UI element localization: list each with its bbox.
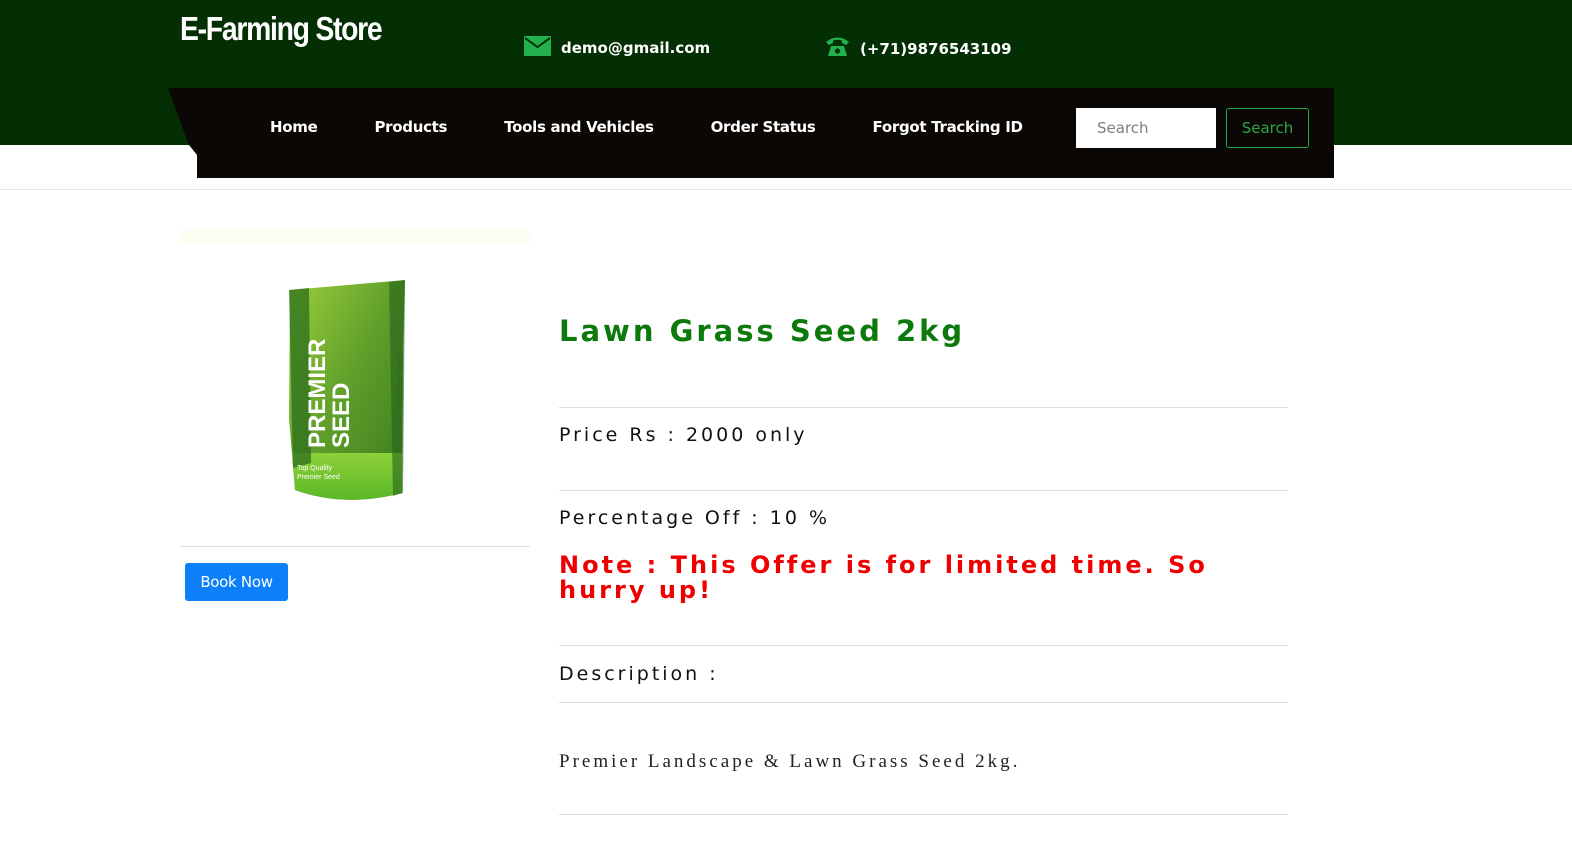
search-input[interactable] — [1076, 108, 1216, 148]
offer-note: Note : This Offer is for limited time. S… — [559, 551, 1208, 604]
header-divider — [0, 189, 1572, 190]
divider — [559, 814, 1288, 815]
divider — [559, 702, 1288, 703]
image-divider — [180, 546, 530, 547]
bag-tag-line2: Premier Seed — [297, 474, 340, 481]
phone-text: (+71)9876543109 — [860, 39, 1012, 58]
image-top-strip — [180, 230, 530, 243]
envelope-icon — [524, 36, 551, 60]
contact-email: demo@gmail.com — [524, 36, 710, 60]
bag-tag-line1: Top Quality — [297, 465, 333, 472]
bag-brand-line2: SEED — [328, 383, 355, 448]
nav-item-products[interactable]: Products — [374, 117, 447, 137]
divider — [559, 407, 1288, 408]
divider — [559, 490, 1288, 491]
divider — [559, 645, 1288, 646]
nav-item-order-status[interactable]: Order Status — [711, 117, 816, 137]
telephone-icon — [825, 36, 850, 61]
description-label: Description : — [559, 663, 719, 685]
book-now-button[interactable]: Book Now — [185, 563, 288, 601]
main-navbar: Home Products Tools and Vehicles Order S… — [168, 88, 1334, 178]
email-text: demo@gmail.com — [561, 39, 711, 57]
contact-phone: (+71)9876543109 — [825, 36, 1012, 61]
search-button[interactable]: Search — [1226, 108, 1309, 148]
price-line: Price Rs : 2000 only — [559, 424, 808, 446]
brand-logo[interactable]: E-Farming Store — [180, 10, 383, 48]
nav-item-forgot-tracking-id[interactable]: Forgot Tracking ID — [873, 117, 1023, 137]
seed-bag-image: PREMIER SEED Premier Seed Top Quality Pr… — [289, 280, 405, 500]
nav-item-tools-and-vehicles[interactable]: Tools and Vehicles — [504, 117, 654, 137]
nav-menu: Home Products Tools and Vehicles Order S… — [270, 117, 1080, 137]
bag-side-text: Premier Seed — [395, 353, 405, 408]
bag-brand-line1: PREMIER — [304, 339, 331, 448]
product-title: Lawn Grass Seed 2kg — [559, 314, 966, 348]
discount-line: Percentage Off : 10 % — [559, 507, 831, 529]
description-text: Premier Landscape & Lawn Grass Seed 2kg. — [559, 751, 1021, 772]
nav-item-home[interactable]: Home — [270, 117, 318, 137]
